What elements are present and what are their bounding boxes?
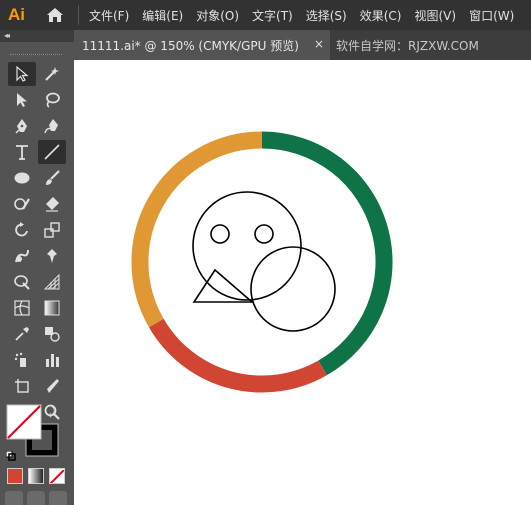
ring-segment-green xyxy=(261,131,393,376)
face-circle xyxy=(192,191,302,301)
ellipse-icon[interactable] xyxy=(8,166,36,190)
right-eye-circle xyxy=(254,224,274,244)
symbol-sprayer-icon[interactable] xyxy=(8,348,36,372)
gradient-mode-button[interactable] xyxy=(28,468,44,484)
menu-effect[interactable]: 效果(C) xyxy=(360,7,402,24)
app-logo[interactable]: Ai xyxy=(8,4,30,26)
selection-tool-icon[interactable] xyxy=(8,62,36,86)
menu-window[interactable]: 窗口(W) xyxy=(469,7,514,24)
eyedropper-icon[interactable] xyxy=(8,322,36,346)
small-circle xyxy=(250,246,336,332)
menu-bar: Ai 文件(F) 编辑(E) 对象(O) 文字(T) 选择(S) 效果(C) 视… xyxy=(0,0,531,30)
collapse-icon[interactable]: ◂◂ xyxy=(4,31,10,40)
menu-edit[interactable]: 编辑(E) xyxy=(142,7,183,24)
tab-document-inactive[interactable]: 软件自学网：RJZXW.COM xyxy=(336,30,479,60)
pen-icon[interactable] xyxy=(8,114,36,138)
draw-inside-button[interactable] xyxy=(49,491,67,505)
triangle-shape xyxy=(192,268,255,303)
menu-type[interactable]: 文字(T) xyxy=(252,7,293,24)
default-colors-icon[interactable] xyxy=(5,446,16,461)
home-icon[interactable] xyxy=(44,4,66,26)
artwork xyxy=(131,131,393,393)
shape-builder-icon[interactable] xyxy=(8,270,36,294)
line-segment-icon[interactable] xyxy=(38,140,66,164)
artboard-icon[interactable] xyxy=(8,374,36,398)
eraser-icon[interactable] xyxy=(38,192,66,216)
panel-header: ◂◂ xyxy=(0,30,74,42)
tab-document-active[interactable]: 11111.ai* @ 150% (CMYK/GPU 预览) × xyxy=(74,30,330,60)
swap-colors-icon[interactable]: ⤸ xyxy=(48,404,55,419)
menu-select[interactable]: 选择(S) xyxy=(306,7,347,24)
paintbrush-icon[interactable] xyxy=(38,166,66,190)
gradient-icon[interactable] xyxy=(38,296,66,320)
tab-title: 11111.ai* @ 150% (CMYK/GPU 预览) xyxy=(82,38,299,53)
color-mode-button[interactable] xyxy=(7,468,23,484)
shaper-icon[interactable] xyxy=(8,192,36,216)
none-mode-button[interactable] xyxy=(49,468,65,484)
menu-divider xyxy=(78,5,79,25)
curvature-icon[interactable] xyxy=(38,114,66,138)
lasso-icon[interactable] xyxy=(38,88,66,112)
tools-panel: ⤸ xyxy=(0,42,74,505)
mesh-icon[interactable] xyxy=(8,296,36,320)
rotate-icon[interactable] xyxy=(8,218,36,242)
draw-normal-button[interactable] xyxy=(5,491,23,505)
panel-grip[interactable] xyxy=(10,54,62,57)
scale-icon[interactable] xyxy=(38,218,66,242)
ring-segment-red xyxy=(148,318,327,393)
menu-file[interactable]: 文件(F) xyxy=(89,7,129,24)
warp-icon[interactable] xyxy=(8,244,36,268)
type-icon[interactable] xyxy=(8,140,36,164)
tab-title-inactive: 软件自学网：RJZXW.COM xyxy=(336,38,479,53)
direct-selection-icon[interactable] xyxy=(8,88,36,112)
column-graph-icon[interactable] xyxy=(38,348,66,372)
draw-behind-button[interactable] xyxy=(27,491,45,505)
document-tab-bar: 11111.ai* @ 150% (CMYK/GPU 预览) × 软件自学网：R… xyxy=(74,30,531,60)
blend-icon[interactable] xyxy=(38,322,66,346)
perspective-grid-icon[interactable] xyxy=(38,270,66,294)
magic-wand-icon[interactable] xyxy=(38,62,66,86)
puppet-warp-icon[interactable] xyxy=(38,244,66,268)
menu-object[interactable]: 对象(O) xyxy=(196,7,239,24)
artboard-canvas[interactable] xyxy=(74,60,531,505)
slice-icon[interactable] xyxy=(38,374,66,398)
left-eye-circle xyxy=(210,224,230,244)
menu-view[interactable]: 视图(V) xyxy=(414,7,456,24)
tab-close-icon[interactable]: × xyxy=(314,37,324,51)
